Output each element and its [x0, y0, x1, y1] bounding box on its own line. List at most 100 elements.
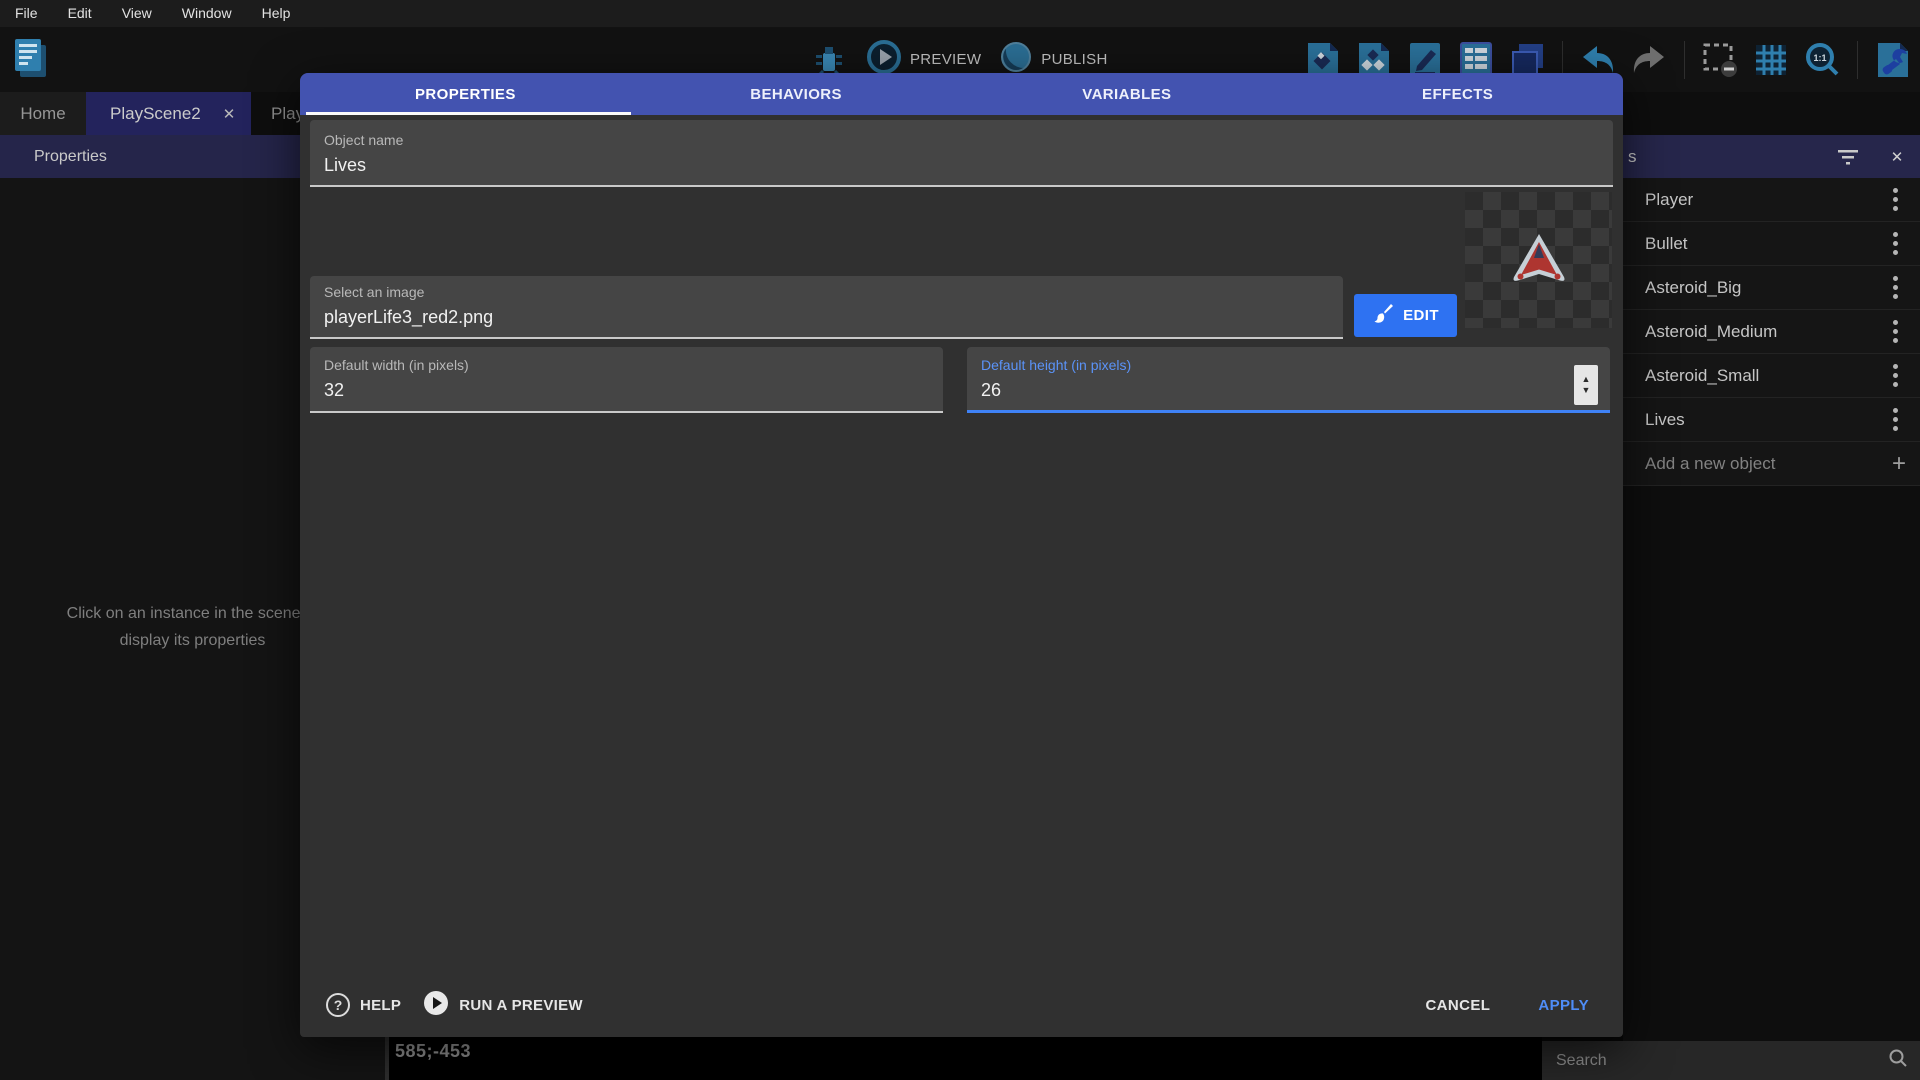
object-menu-icon[interactable]: [1889, 228, 1902, 259]
publish-label: PUBLISH: [1041, 51, 1107, 68]
add-object-row[interactable]: Add a new object +: [1623, 442, 1920, 486]
one-to-one-text: 1:1: [1813, 53, 1826, 63]
tab-playscene2[interactable]: PlayScene2 ✕: [86, 92, 251, 135]
add-object-plus-icon[interactable]: +: [1892, 454, 1906, 474]
menu-view[interactable]: View: [107, 0, 167, 27]
object-row-bullet[interactable]: Bullet: [1623, 222, 1920, 266]
help-icon: ?: [326, 993, 350, 1017]
object-name: Player: [1623, 190, 1889, 210]
object-menu-icon[interactable]: [1889, 316, 1902, 347]
paintbrush-icon: [1372, 302, 1394, 329]
wrench-icon[interactable]: [1874, 39, 1912, 81]
redo-icon[interactable]: [1630, 39, 1668, 81]
default-width-field[interactable]: Default width (in pixels) 32: [310, 347, 943, 413]
object-row-asteroid-big[interactable]: Asteroid_Big: [1623, 266, 1920, 310]
deselect-icon[interactable]: [1701, 39, 1739, 81]
help-label: HELP: [360, 997, 401, 1014]
object-name: Lives: [1623, 410, 1889, 430]
stepper-up-icon[interactable]: ▲: [1582, 374, 1591, 385]
zoom-1-1-icon[interactable]: 1:1: [1803, 39, 1841, 81]
field-underline: [310, 337, 1343, 339]
field-underline: [310, 411, 943, 413]
image-filename-value[interactable]: playerLife3_red2.png: [324, 307, 493, 328]
run-preview-play-icon: [423, 990, 449, 1021]
run-preview-button[interactable]: RUN A PREVIEW: [423, 990, 583, 1021]
edit-button-label: EDIT: [1403, 307, 1439, 324]
tab-effects[interactable]: EFFECTS: [1292, 73, 1623, 115]
stepper-down-icon[interactable]: ▼: [1582, 385, 1591, 396]
object-name: Bullet: [1623, 234, 1889, 254]
toolbar-divider: [1684, 41, 1685, 79]
tab-playscene2-label: PlayScene2: [110, 104, 201, 124]
image-select-field[interactable]: Select an image playerLife3_red2.png: [310, 276, 1343, 339]
object-row-lives[interactable]: Lives: [1623, 398, 1920, 442]
grid-icon[interactable]: [1752, 39, 1790, 81]
run-preview-label: RUN A PREVIEW: [459, 997, 583, 1014]
properties-panel-title: Properties: [34, 148, 107, 166]
object-name-label: Object name: [324, 132, 403, 148]
ship-sprite: [1510, 231, 1568, 290]
object-properties-dialog: PROPERTIES BEHAVIORS VARIABLES EFFECTS O…: [300, 73, 1623, 1037]
default-height-value[interactable]: 26: [981, 380, 1001, 401]
object-name: Asteroid_Big: [1623, 278, 1889, 298]
instances-search-bar: [1542, 1041, 1920, 1080]
menu-edit[interactable]: Edit: [53, 0, 107, 27]
object-row-asteroid-medium[interactable]: Asteroid_Medium: [1623, 310, 1920, 354]
project-manager-icon[interactable]: [12, 35, 52, 83]
object-menu-icon[interactable]: [1889, 404, 1902, 435]
objects-panel-header: s ✕: [1623, 135, 1920, 178]
tab-properties-label: PROPERTIES: [415, 86, 516, 103]
field-underline-focused: [967, 410, 1610, 413]
menu-file[interactable]: File: [0, 0, 53, 27]
search-icon: [1888, 1048, 1908, 1073]
object-menu-icon[interactable]: [1889, 272, 1902, 303]
field-underline: [310, 185, 1613, 187]
menu-window[interactable]: Window: [167, 0, 247, 27]
active-tab-underline: [306, 112, 631, 115]
menu-bar: File Edit View Window Help: [0, 0, 1920, 27]
panel-close-icon[interactable]: ✕: [1884, 148, 1910, 166]
search-input[interactable]: [1542, 1052, 1888, 1070]
apply-button[interactable]: APPLY: [1538, 997, 1589, 1014]
tab-effects-label: EFFECTS: [1422, 86, 1493, 103]
tab-properties[interactable]: PROPERTIES: [300, 73, 631, 115]
object-row-asteroid-small[interactable]: Asteroid_Small: [1623, 354, 1920, 398]
object-name: Asteroid_Small: [1623, 366, 1889, 386]
tab-variables[interactable]: VARIABLES: [962, 73, 1293, 115]
object-row-player[interactable]: Player: [1623, 178, 1920, 222]
gdevelop-editor: File Edit View Window Help: [0, 0, 1920, 1080]
object-name-value[interactable]: Lives: [324, 155, 366, 176]
default-width-value[interactable]: 32: [324, 380, 344, 401]
canvas-status-strip: 585;-453: [389, 1037, 1542, 1080]
help-button[interactable]: ? HELP: [326, 993, 401, 1017]
filter-icon[interactable]: [1836, 149, 1862, 165]
toolbar-divider: [1857, 41, 1858, 79]
tab-home[interactable]: Home: [0, 92, 86, 135]
object-menu-icon[interactable]: [1889, 184, 1902, 215]
objects-panel-title-fragment: s: [1628, 147, 1836, 167]
image-select-label: Select an image: [324, 284, 424, 300]
object-name: Asteroid_Medium: [1623, 322, 1889, 342]
tab-close-icon[interactable]: ✕: [223, 105, 236, 123]
status-divider: [385, 1037, 389, 1080]
object-name-field[interactable]: Object name Lives: [310, 120, 1613, 187]
cursor-coordinates: 585;-453: [395, 1041, 471, 1062]
preview-label: PREVIEW: [910, 51, 981, 68]
object-menu-icon[interactable]: [1889, 360, 1902, 391]
tab-behaviors-label: BEHAVIORS: [750, 86, 842, 103]
default-width-label: Default width (in pixels): [324, 357, 469, 373]
height-stepper[interactable]: ▲ ▼: [1574, 365, 1598, 405]
menu-help[interactable]: Help: [247, 0, 306, 27]
edit-image-button[interactable]: EDIT: [1354, 294, 1457, 337]
tab-variables-label: VARIABLES: [1082, 86, 1171, 103]
default-height-label: Default height (in pixels): [981, 357, 1131, 373]
objects-panel: s ✕ Player Bullet Asteroid_Big Asteroid_…: [1623, 135, 1920, 1080]
default-height-field[interactable]: Default height (in pixels) 26 ▲ ▼: [967, 347, 1610, 413]
tab-home-label: Home: [20, 104, 65, 124]
cancel-button[interactable]: CANCEL: [1425, 997, 1490, 1014]
image-preview: [1465, 192, 1612, 328]
dialog-footer: ? HELP RUN A PREVIEW CANCEL APPLY: [300, 973, 1623, 1037]
add-object-label: Add a new object: [1623, 454, 1892, 474]
dialog-tab-bar: PROPERTIES BEHAVIORS VARIABLES EFFECTS: [300, 73, 1623, 115]
tab-behaviors[interactable]: BEHAVIORS: [631, 73, 962, 115]
